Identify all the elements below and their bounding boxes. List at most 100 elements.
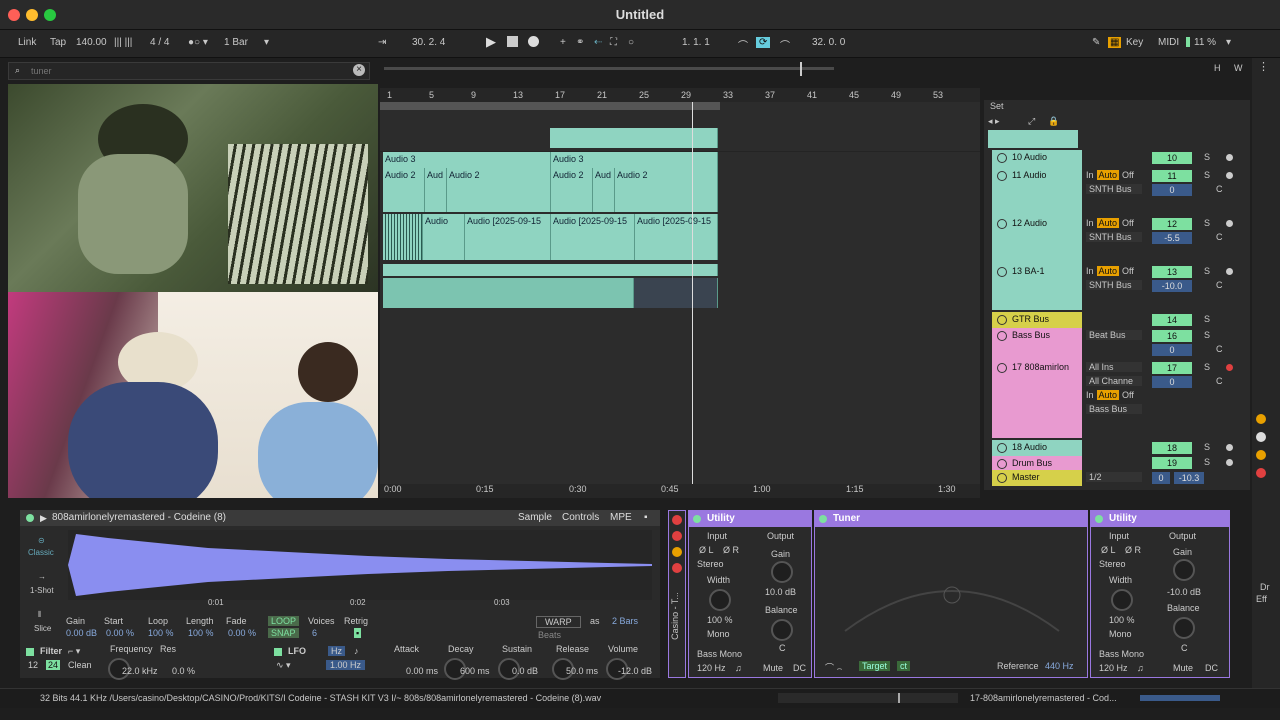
master-routing[interactable]: 1/2 (1086, 472, 1142, 482)
clip[interactable]: Aud (425, 168, 447, 212)
length-value[interactable]: 100 % (188, 628, 214, 638)
master-track[interactable]: Master 1/2 0 -10.3 (988, 470, 1250, 486)
height-button[interactable]: H (1214, 63, 1221, 73)
capture-icon[interactable]: ⛶ (610, 37, 617, 48)
track-row[interactable]: Drum Bus 19 S (988, 456, 1250, 470)
warp-mode[interactable]: Beats (538, 630, 561, 640)
oneshot-icon[interactable]: → (38, 572, 46, 581)
info-icon[interactable] (1256, 414, 1266, 424)
monitor-switch[interactable]: In Auto Off (1086, 170, 1134, 180)
clip[interactable]: Audio [2025-09-15 (635, 214, 718, 260)
clip[interactable]: Audio 2 (447, 168, 551, 212)
clip[interactable]: Audio (423, 214, 465, 260)
filter-circuit[interactable]: Clean (68, 660, 92, 670)
save-icon[interactable]: ▪ (644, 510, 648, 526)
track-row[interactable]: 11 Audio In Auto Off 11 S SNTH Bus 0 C (988, 168, 1250, 216)
track-row[interactable]: Bass Bus Beat Bus 16 S 0 C (988, 328, 1250, 360)
volume-value[interactable]: -12.0 dB (618, 666, 652, 676)
chevron-down-icon[interactable]: ▾ (264, 37, 269, 48)
macro-icon[interactable] (672, 547, 682, 557)
track-row[interactable]: 12 Audio In Auto Off 12 S SNTH Bus -5.5 C (988, 216, 1250, 264)
arm-icon[interactable] (1226, 444, 1233, 451)
warp-bars[interactable]: 2 Bars (612, 616, 638, 626)
bass-mono-toggle[interactable]: Bass Mono (697, 649, 742, 659)
filter-toggle[interactable] (26, 648, 34, 656)
clip[interactable] (383, 214, 423, 260)
random-icon[interactable] (672, 563, 682, 573)
mono-button[interactable]: Mono (707, 629, 730, 639)
clip[interactable]: Audio [2025-09-15 (465, 214, 551, 260)
clip[interactable]: Audio 2 (615, 168, 718, 212)
width-knob[interactable] (709, 589, 731, 611)
release-value[interactable]: 50.0 ms (566, 666, 598, 676)
bass-mono-freq[interactable]: 120 Hz (697, 663, 726, 673)
stop-button[interactable] (507, 36, 518, 47)
overdub-icon[interactable]: + (560, 37, 566, 48)
mute-button[interactable]: Mute (1173, 663, 1193, 673)
invert-right[interactable]: Ø R (1125, 545, 1141, 555)
device-on-icon[interactable] (1095, 515, 1103, 523)
device-on-icon[interactable] (819, 515, 827, 523)
play-button[interactable]: ▶ (486, 34, 496, 50)
keymap-icon[interactable]: ▦ (1108, 37, 1122, 48)
back-to-arrangement-icon[interactable]: ⇠ (594, 37, 602, 48)
lfo-sync-icon[interactable]: ♪ (354, 646, 359, 656)
voices-value[interactable]: 6 (312, 628, 317, 638)
invert-left[interactable]: Ø L (699, 545, 714, 555)
slice-icon[interactable]: ⦀ (38, 610, 42, 620)
loop-brace[interactable] (380, 102, 720, 110)
midi-clip[interactable] (383, 278, 634, 308)
invert-left[interactable]: Ø L (1101, 545, 1116, 555)
punch-icon[interactable]: ○ (628, 37, 634, 48)
input-type[interactable]: All Ins (1086, 362, 1142, 372)
lfo-toggle[interactable] (274, 648, 282, 656)
midi-map-button[interactable]: MIDI (1158, 37, 1179, 48)
snap-button[interactable]: SNAP (268, 628, 299, 638)
invert-right[interactable]: Ø R (723, 545, 739, 555)
dc-button[interactable]: DC (1205, 663, 1218, 673)
mode-slice[interactable]: Slice (34, 624, 51, 633)
arm-icon[interactable] (1226, 364, 1233, 371)
tab-mpe[interactable]: MPE (610, 510, 632, 526)
tempo-field[interactable]: 140.00 (76, 37, 107, 48)
attack-value[interactable]: 0.00 ms (406, 666, 438, 676)
gain-knob[interactable] (771, 561, 793, 583)
loop-button[interactable]: LOOP (268, 616, 300, 626)
expand-icon[interactable]: ⤢ (1028, 116, 1035, 127)
loop-switch[interactable]: ⟳ (756, 37, 771, 48)
tuner-mode-icon[interactable]: ⌒ ⌢ (825, 661, 842, 674)
tab-sample[interactable]: Sample (518, 510, 552, 526)
midi-clip[interactable] (634, 278, 718, 308)
output-routing[interactable]: Bass Bus (1086, 404, 1142, 414)
expand-icon[interactable]: ▶ (40, 510, 47, 526)
time-signature[interactable]: 4 / 4 (150, 37, 169, 48)
song-position[interactable]: 30. 2. 4 (412, 37, 445, 48)
arm-icon[interactable] (1226, 172, 1233, 179)
headphones-icon[interactable]: ♫ (735, 663, 742, 673)
metronome-bars-icon[interactable]: ||| ||| (114, 37, 132, 48)
channel-mode[interactable]: Stereo (697, 559, 724, 569)
classic-icon[interactable]: ⊝ (38, 536, 45, 545)
automation-icon[interactable]: ⚭ (576, 37, 584, 48)
punch-in-icon[interactable]: ⌒ (738, 37, 748, 52)
arm-icon[interactable] (1226, 220, 1233, 227)
loop-value[interactable]: 100 % (148, 628, 174, 638)
track-row[interactable]: 10 Audio 10 S (988, 150, 1250, 168)
clip[interactable] (383, 264, 718, 276)
warp-button[interactable]: WARP (536, 616, 581, 628)
bass-mono-freq[interactable]: 120 Hz (1099, 663, 1128, 673)
tab-controls[interactable]: Controls (562, 510, 599, 526)
decay-value[interactable]: 600 ms (460, 666, 490, 676)
gain-value[interactable]: 0.00 dB (66, 628, 97, 638)
filter-slope-12[interactable]: 12 (28, 660, 38, 670)
track-row[interactable]: GTR Bus 14 S (988, 312, 1250, 328)
overview-bar[interactable]: H W (384, 62, 1254, 76)
search-input[interactable] (31, 65, 331, 77)
draw-mode-icon[interactable]: ✎ (1092, 37, 1100, 48)
chain-icon[interactable] (672, 531, 682, 541)
scrollbar[interactable] (778, 693, 958, 703)
output-routing[interactable]: SNTH Bus (1086, 184, 1142, 194)
width-button[interactable]: W (1234, 63, 1243, 73)
key-map-button[interactable]: Key (1126, 37, 1143, 48)
mode-classic[interactable]: Classic (28, 548, 54, 557)
